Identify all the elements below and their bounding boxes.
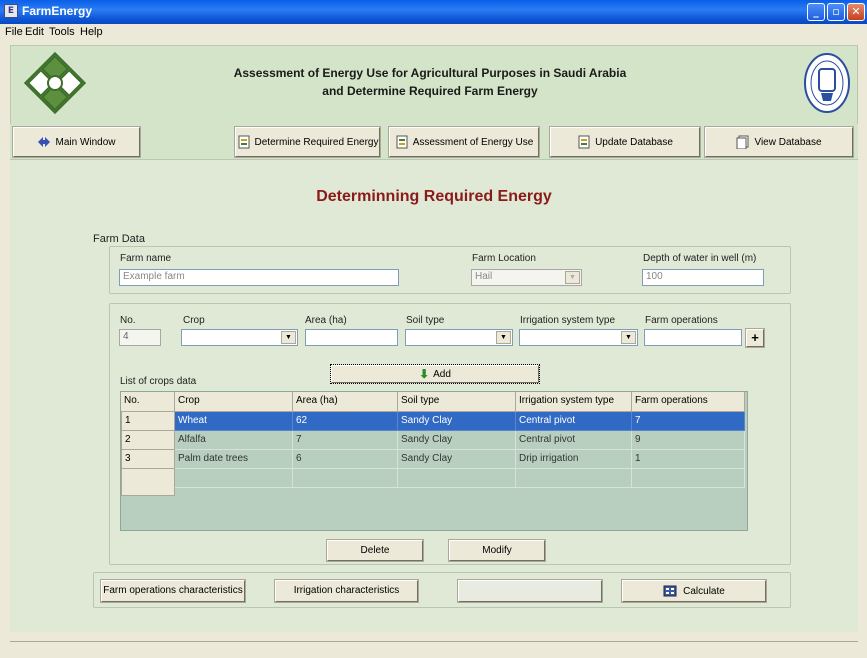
farm-name-input[interactable]: Example farm: [119, 269, 399, 286]
depth-input[interactable]: 100: [642, 269, 764, 286]
plus-button[interactable]: +: [745, 328, 765, 348]
farm-logo-icon: [23, 51, 87, 115]
irrigation-select[interactable]: ▼: [519, 329, 638, 346]
determine-energy-button[interactable]: Determine Required Energy: [234, 126, 381, 158]
col-header-area[interactable]: Area (ha): [293, 392, 398, 412]
no-label: No.: [120, 315, 136, 326]
assessment-label: Assessment of Energy Use: [412, 136, 534, 148]
crop-select[interactable]: ▼: [181, 329, 298, 346]
farm-data-label: Farm Data: [93, 233, 145, 245]
menu-edit[interactable]: Edit: [25, 26, 44, 38]
table-row-header[interactable]: 2: [121, 431, 175, 450]
update-database-button[interactable]: Update Database: [549, 126, 701, 158]
farm-name-label: Farm name: [120, 253, 172, 264]
table-cell[interactable]: 7: [632, 412, 745, 431]
no-input[interactable]: 4: [119, 329, 161, 346]
table-cell[interactable]: 6: [293, 450, 398, 469]
table-cell[interactable]: [398, 469, 516, 488]
crop-label: Crop: [183, 315, 205, 326]
table-row-header[interactable]: 3: [121, 450, 175, 469]
document-icon: [238, 135, 250, 149]
window-title: FarmEnergy: [22, 4, 93, 18]
table-cell[interactable]: Palm date trees: [175, 450, 293, 469]
add-label: Add: [433, 368, 451, 380]
irrigation-label: Irrigation system type: [520, 315, 616, 326]
title-bar: [0, 0, 867, 24]
page-title: Determinning Required Energy: [316, 188, 552, 205]
operations-input[interactable]: [644, 329, 742, 346]
area-input[interactable]: [305, 329, 398, 346]
table-cell[interactable]: [175, 469, 293, 488]
close-button[interactable]: ✕: [847, 3, 865, 21]
header-title-line2: and Determine Required Farm Energy: [322, 84, 538, 98]
table-cell[interactable]: Sandy Clay: [398, 431, 516, 450]
minimize-button[interactable]: _: [807, 3, 825, 21]
soil-label: Soil type: [406, 315, 445, 326]
table-cell[interactable]: [632, 469, 745, 488]
table-cell[interactable]: [516, 469, 632, 488]
table-cell[interactable]: Wheat: [175, 412, 293, 431]
col-header-irrigation[interactable]: Irrigation system type: [516, 392, 632, 412]
table-cell[interactable]: 7: [293, 431, 398, 450]
view-database-button[interactable]: View Database: [704, 126, 854, 158]
irrigation-characteristics-button[interactable]: Irrigation characteristics: [274, 579, 419, 603]
status-bar: [10, 641, 858, 658]
calculator-icon: [663, 585, 677, 597]
table-cell[interactable]: Drip irrigation: [516, 450, 632, 469]
main-window-label: Main Window: [55, 136, 116, 148]
main-window-button[interactable]: Main Window: [12, 126, 141, 158]
soil-select[interactable]: ▼: [405, 329, 513, 346]
delete-button[interactable]: Delete: [326, 539, 424, 562]
table-cell[interactable]: Central pivot: [516, 412, 632, 431]
app-icon: E: [4, 4, 18, 18]
calculate-label: Calculate: [683, 585, 725, 597]
table-cell[interactable]: Sandy Clay: [398, 412, 516, 431]
menu-file[interactable]: File: [5, 26, 23, 38]
chevron-down-icon: ▼: [565, 271, 580, 284]
table-row-header[interactable]: [121, 469, 175, 496]
farm-location-value: Hail: [475, 271, 493, 282]
down-arrow-icon: ⬇: [419, 367, 430, 381]
add-button[interactable]: ⬇ Add: [330, 364, 540, 384]
chevron-down-icon: ▼: [496, 331, 511, 344]
menu-tools[interactable]: Tools: [49, 26, 75, 38]
menu-bar: [0, 24, 867, 42]
calculate-button[interactable]: Calculate: [621, 579, 767, 603]
assessment-button[interactable]: Assessment of Energy Use: [388, 126, 540, 158]
maximize-button[interactable]: ▫: [827, 3, 845, 21]
farm-location-select[interactable]: Hail ▼: [471, 269, 582, 286]
table-cell[interactable]: 1: [632, 450, 745, 469]
view-database-label: View Database: [754, 136, 822, 148]
depth-label: Depth of water in well (m): [643, 253, 757, 264]
menu-help[interactable]: Help: [80, 26, 103, 38]
table-cell[interactable]: [293, 469, 398, 488]
header-title-line1: Assessment of Energy Use for Agricultura…: [233, 66, 627, 80]
crops-list-label: List of crops data: [120, 376, 197, 387]
area-label: Area (ha): [305, 315, 347, 326]
university-seal-icon: [804, 53, 850, 113]
table-row-header[interactable]: 1: [121, 412, 175, 431]
table-cell[interactable]: Alfalfa: [175, 431, 293, 450]
col-header-no[interactable]: No.: [121, 392, 175, 412]
farm-location-label: Farm Location: [472, 253, 536, 264]
table-cell[interactable]: 9: [632, 431, 745, 450]
farm-operations-characteristics-button[interactable]: Farm operations characteristics: [100, 579, 246, 603]
arrows-icon: [38, 137, 51, 147]
blank-button[interactable]: [457, 579, 603, 603]
chevron-down-icon: ▼: [281, 331, 296, 344]
table-cell[interactable]: Central pivot: [516, 431, 632, 450]
operations-label: Farm operations: [645, 315, 718, 326]
chevron-down-icon: ▼: [621, 331, 636, 344]
table-cell[interactable]: 62: [293, 412, 398, 431]
col-header-soil[interactable]: Soil type: [398, 392, 516, 412]
col-header-operations[interactable]: Farm operations: [632, 392, 745, 412]
update-database-label: Update Database: [595, 136, 673, 148]
table-cell[interactable]: Sandy Clay: [398, 450, 516, 469]
determine-energy-label: Determine Required Energy: [254, 136, 379, 148]
col-header-crop[interactable]: Crop: [175, 392, 293, 412]
view-icon: [736, 135, 749, 149]
modify-button[interactable]: Modify: [448, 539, 546, 562]
report-icon: [396, 135, 408, 149]
update-icon: [578, 135, 590, 149]
